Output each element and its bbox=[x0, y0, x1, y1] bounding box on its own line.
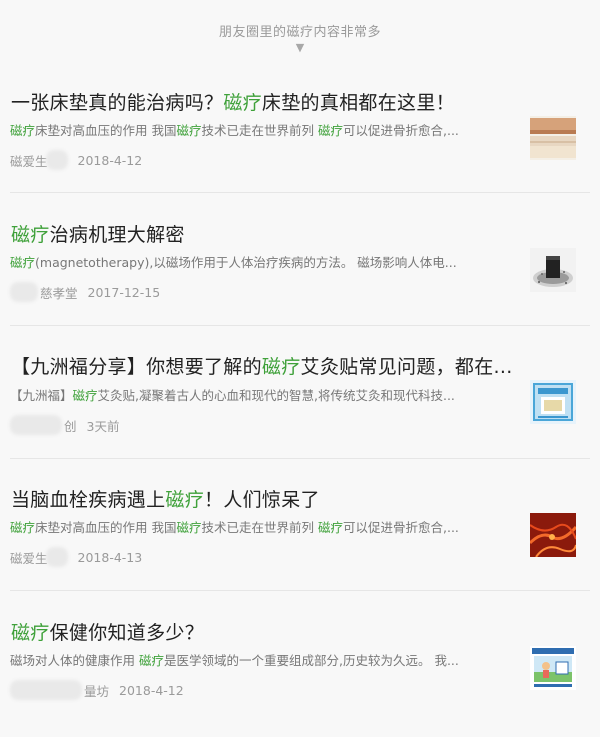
snippet-highlight: 磁疗 bbox=[318, 520, 344, 535]
source-name: 磁爱生 bbox=[10, 550, 48, 566]
article-snippet: 【九洲福】磁疗艾灸贴,凝聚着古人的心血和现代的智慧,将传统艾灸和现代科技... bbox=[10, 385, 518, 404]
title-text: 床垫的真相都在这里！ bbox=[261, 92, 455, 114]
title-highlight: 磁疗 bbox=[11, 622, 50, 644]
moxibustion-patch-box-icon[interactable] bbox=[530, 380, 576, 424]
article-snippet: 磁场对人体的健康作用 磁疗是医学领域的一个重要组成部分,历史较为久远。 我... bbox=[10, 650, 518, 669]
title-text: ！人们惊呆了 bbox=[204, 489, 320, 511]
publish-date: 3天前 bbox=[86, 418, 120, 434]
divider bbox=[10, 590, 590, 591]
title-text: 治病机理大解密 bbox=[49, 224, 185, 246]
snippet-highlight: 磁疗 bbox=[10, 520, 36, 535]
title-highlight: 磁疗 bbox=[11, 224, 50, 246]
snippet-text: 可以促进骨折愈合,... bbox=[343, 520, 459, 535]
title-highlight: 磁疗 bbox=[165, 489, 205, 511]
publish-date: 2018-4-12 bbox=[119, 682, 184, 698]
title-text: 【九洲福分享】你想要了解的 bbox=[11, 356, 262, 378]
snippet-highlight: 磁疗 bbox=[10, 123, 36, 138]
divider bbox=[10, 192, 590, 193]
header-title: 朋友圈里的磁疗内容非常多 bbox=[218, 25, 381, 40]
title-text: 保健你知道多少？ bbox=[49, 622, 205, 644]
source-name: 量坊 bbox=[84, 683, 110, 699]
snippet-text: 【九洲福】 bbox=[10, 388, 73, 403]
divider bbox=[10, 325, 590, 326]
magnet-device-photo-icon[interactable] bbox=[530, 248, 576, 292]
snippet-highlight: 磁疗 bbox=[138, 653, 164, 668]
title-text: 艾灸贴常见问题，都在... bbox=[300, 356, 513, 378]
blurred-source bbox=[45, 547, 68, 567]
blurred-source bbox=[10, 282, 38, 302]
blurred-source bbox=[10, 415, 62, 435]
title-text: 当脑血栓疾病遇上 bbox=[11, 489, 166, 511]
article-meta: 磁爱生 2018-4-13 bbox=[10, 547, 142, 567]
article-title[interactable]: 当脑血栓疾病遇上磁疗！人们惊呆了 bbox=[11, 485, 320, 512]
source-name: 磁爱生 bbox=[10, 153, 48, 169]
blurred-source bbox=[10, 680, 82, 700]
article-meta: 量坊 2018-4-12 bbox=[10, 680, 184, 700]
article-title[interactable]: 一张床垫真的能治病吗？磁疗床垫的真相都在这里！ bbox=[11, 88, 455, 115]
snippet-highlight: 磁疗 bbox=[176, 123, 202, 138]
title-highlight: 磁疗 bbox=[261, 356, 301, 378]
page-header: 朋友圈里的磁疗内容非常多 ▼ bbox=[0, 0, 600, 62]
snippet-text: 艾灸贴,凝聚着古人的心血和现代的智慧,将传统艾灸和现代科技... bbox=[97, 388, 455, 403]
publish-date: 2018-4-13 bbox=[77, 549, 143, 565]
snippet-text: 是医学领域的一个重要组成部分,历史较为久远。 我... bbox=[164, 653, 459, 668]
snippet-text: (magnetotherapy),以磁场作用于人体治疗疾病的方法。 磁场影响人体… bbox=[35, 255, 457, 270]
snippet-highlight: 磁疗 bbox=[72, 388, 98, 403]
article-meta: 创 3天前 bbox=[10, 415, 119, 435]
article-meta: 磁爱生 2018-4-12 bbox=[10, 150, 142, 170]
title-text: 一张床垫真的能治病吗？ bbox=[11, 92, 224, 114]
article-snippet: 磁疗床垫对高血压的作用 我国磁疗技术已走在世界前列 磁疗可以促进骨折愈合,... bbox=[10, 120, 518, 139]
divider bbox=[10, 458, 590, 459]
article-title[interactable]: 磁疗保健你知道多少？ bbox=[11, 618, 204, 645]
snippet-highlight: 磁疗 bbox=[10, 255, 36, 270]
publish-date: 2018-4-12 bbox=[77, 152, 143, 168]
publish-date: 2017-12-15 bbox=[87, 284, 161, 300]
snippet-highlight: 磁疗 bbox=[318, 123, 344, 138]
health-poster-icon[interactable] bbox=[530, 646, 576, 690]
mattress-photo-icon[interactable] bbox=[530, 116, 576, 160]
snippet-text: 可以促进骨折愈合,... bbox=[343, 123, 459, 138]
snippet-text: 技术已走在世界前列 bbox=[201, 520, 318, 535]
source-name: 慈孝堂 bbox=[40, 285, 78, 301]
article-snippet: 磁疗(magnetotherapy),以磁场作用于人体治疗疾病的方法。 磁场影响… bbox=[10, 252, 518, 271]
source-name: 创 bbox=[64, 418, 77, 434]
blood-vessel-photo-icon[interactable] bbox=[530, 513, 576, 557]
article-snippet: 磁疗床垫对高血压的作用 我国磁疗技术已走在世界前列 磁疗可以促进骨折愈合,... bbox=[10, 517, 518, 536]
article-meta: 慈孝堂 2017-12-15 bbox=[10, 282, 160, 302]
snippet-text: 磁场对人体的健康作用 bbox=[10, 653, 139, 668]
snippet-highlight: 磁疗 bbox=[176, 520, 202, 535]
title-highlight: 磁疗 bbox=[223, 92, 262, 114]
arrow-down-icon: ▼ bbox=[295, 41, 305, 54]
snippet-text: 床垫对高血压的作用 我国 bbox=[35, 123, 177, 138]
article-title[interactable]: 磁疗治病机理大解密 bbox=[11, 220, 185, 247]
article-title[interactable]: 【九洲福分享】你想要了解的磁疗艾灸贴常见问题，都在... bbox=[11, 352, 513, 379]
blurred-source bbox=[45, 150, 68, 170]
snippet-text: 技术已走在世界前列 bbox=[201, 123, 318, 138]
snippet-text: 床垫对高血压的作用 我国 bbox=[35, 520, 177, 535]
